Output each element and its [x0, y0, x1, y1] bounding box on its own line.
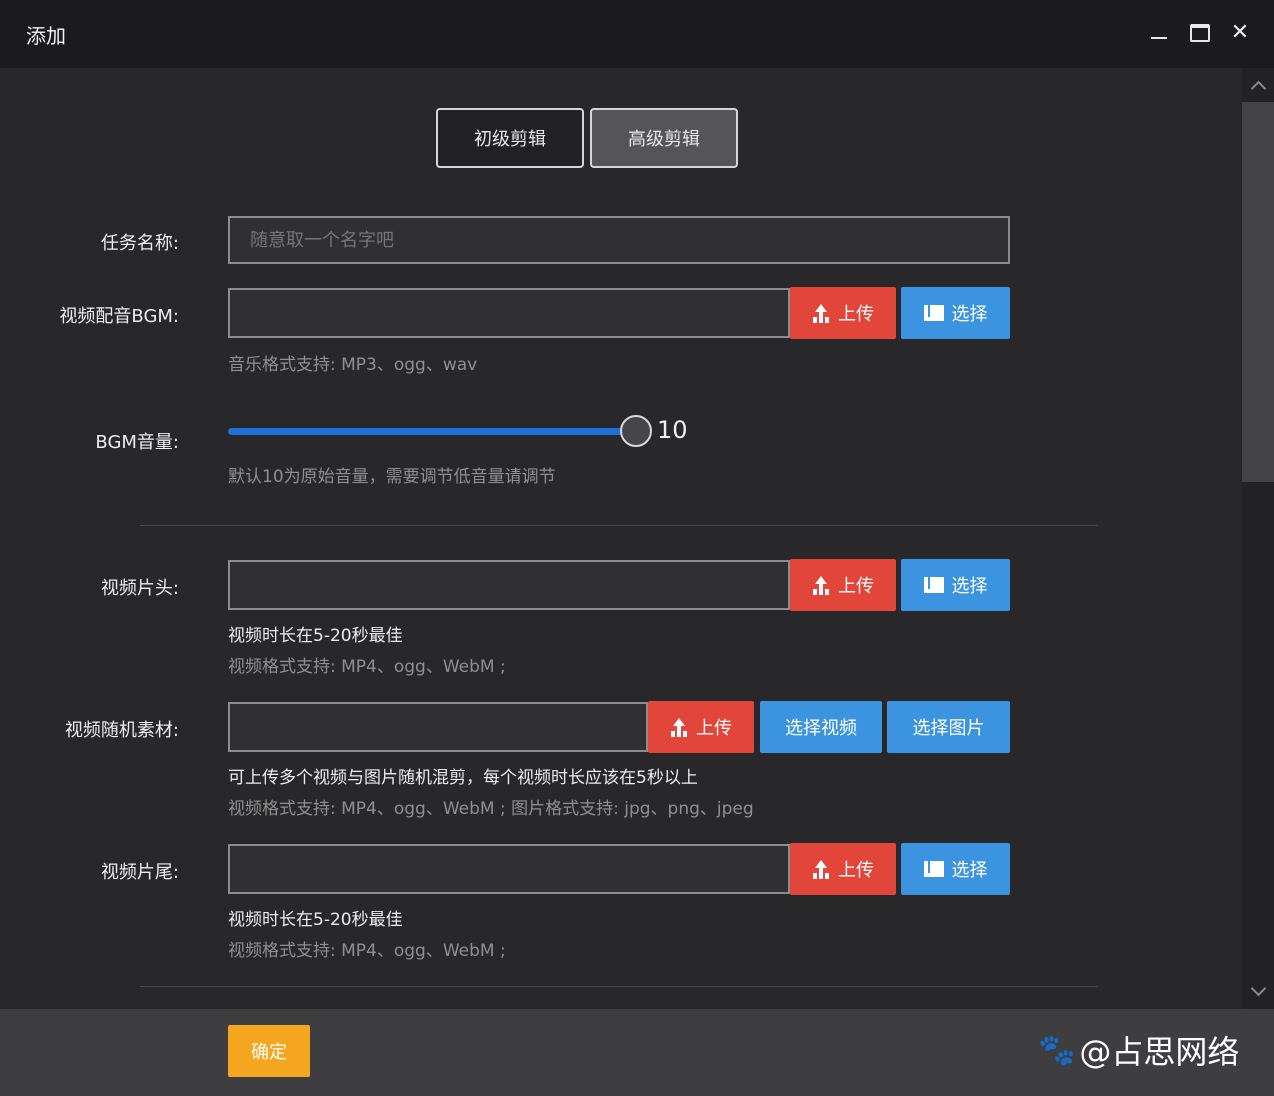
random-material-format-hint: 视频格式支持: MP4、ogg、WebM ; 图片格式支持: jpg、png、j…: [228, 799, 754, 819]
select-icon: [923, 577, 944, 593]
random-material-label: 视频随机素材:: [64, 720, 179, 741]
outro-format-hint: 视频格式支持: MP4、ogg、WebM ;: [228, 941, 506, 961]
tab-basic-edit[interactable]: 初级剪辑: [436, 108, 584, 168]
intro-format-hint: 视频格式支持: MP4、ogg、WebM ;: [228, 657, 506, 677]
confirm-button[interactable]: 确定: [228, 1025, 310, 1077]
select-video-button[interactable]: 选择视频: [760, 701, 882, 753]
bgm-volume-label: BGM音量:: [95, 432, 179, 453]
intro-select-label: 选择: [951, 576, 988, 597]
tab-advanced-edit[interactable]: 高级剪辑: [590, 108, 738, 168]
bgm-input[interactable]: [228, 288, 790, 338]
window-title: 添加: [26, 24, 66, 48]
scrollbar[interactable]: [1242, 68, 1274, 1009]
bgm-volume-slider[interactable]: [228, 428, 632, 435]
section-divider: [140, 525, 1098, 526]
select-image-button[interactable]: 选择图片: [887, 701, 1010, 753]
outro-duration-hint: 视频时长在5-20秒最佳: [228, 910, 403, 930]
outro-select-button[interactable]: 选择: [901, 843, 1010, 895]
task-name-label: 任务名称:: [100, 233, 179, 254]
select-video-label: 选择视频: [785, 718, 857, 739]
bgm-volume-value: 10: [657, 416, 688, 444]
intro-upload-button[interactable]: 上传: [790, 559, 896, 611]
intro-select-button[interactable]: 选择: [901, 559, 1010, 611]
watermark: 🐾 @占思网络: [1038, 1027, 1239, 1073]
scroll-down-icon[interactable]: [1250, 983, 1266, 999]
section-divider: [140, 986, 1098, 987]
random-material-input[interactable]: [228, 702, 648, 752]
bgm-volume-hint: 默认10为原始音量，需要调节低音量请调节: [228, 467, 556, 487]
maximize-icon[interactable]: [1185, 18, 1215, 48]
select-image-label: 选择图片: [912, 718, 985, 739]
bgm-select-button[interactable]: 选择: [901, 287, 1010, 339]
bgm-format-hint: 音乐格式支持: MP3、ogg、wav: [228, 355, 478, 375]
title-bar: 添加 ✕: [0, 0, 1274, 68]
bgm-select-label: 选择: [951, 304, 988, 325]
close-icon[interactable]: ✕: [1225, 18, 1255, 48]
outro-upload-label: 上传: [838, 860, 874, 881]
bgm-upload-label: 上传: [838, 304, 874, 325]
scroll-up-icon[interactable]: [1250, 78, 1266, 94]
intro-input[interactable]: [228, 560, 790, 610]
upload-icon: [812, 576, 830, 594]
watermark-text: @占思网络: [1079, 1033, 1240, 1071]
bgm-label: 视频配音BGM:: [59, 306, 179, 327]
outro-upload-button[interactable]: 上传: [790, 843, 896, 895]
bgm-volume-slider-handle[interactable]: [620, 415, 652, 447]
minimize-icon[interactable]: [1144, 18, 1174, 48]
select-icon: [923, 305, 944, 321]
scrollbar-thumb[interactable]: [1242, 102, 1274, 482]
intro-label: 视频片头:: [100, 578, 179, 599]
task-name-input[interactable]: [228, 216, 1010, 264]
outro-label: 视频片尾:: [100, 862, 179, 883]
outro-select-label: 选择: [951, 860, 988, 881]
intro-upload-label: 上传: [838, 576, 874, 597]
intro-duration-hint: 视频时长在5-20秒最佳: [228, 626, 403, 646]
outro-input[interactable]: [228, 844, 790, 894]
bgm-upload-button[interactable]: 上传: [790, 287, 896, 339]
select-icon: [923, 861, 944, 877]
random-material-upload-label: 上传: [696, 718, 732, 739]
upload-icon: [812, 304, 830, 322]
random-material-note: 可上传多个视频与图片随机混剪，每个视频时长应该在5秒以上: [228, 768, 698, 788]
paw-icon: 🐾: [1038, 1032, 1076, 1068]
random-material-upload-button[interactable]: 上传: [648, 701, 754, 753]
upload-icon: [670, 718, 688, 736]
upload-icon: [812, 860, 830, 878]
